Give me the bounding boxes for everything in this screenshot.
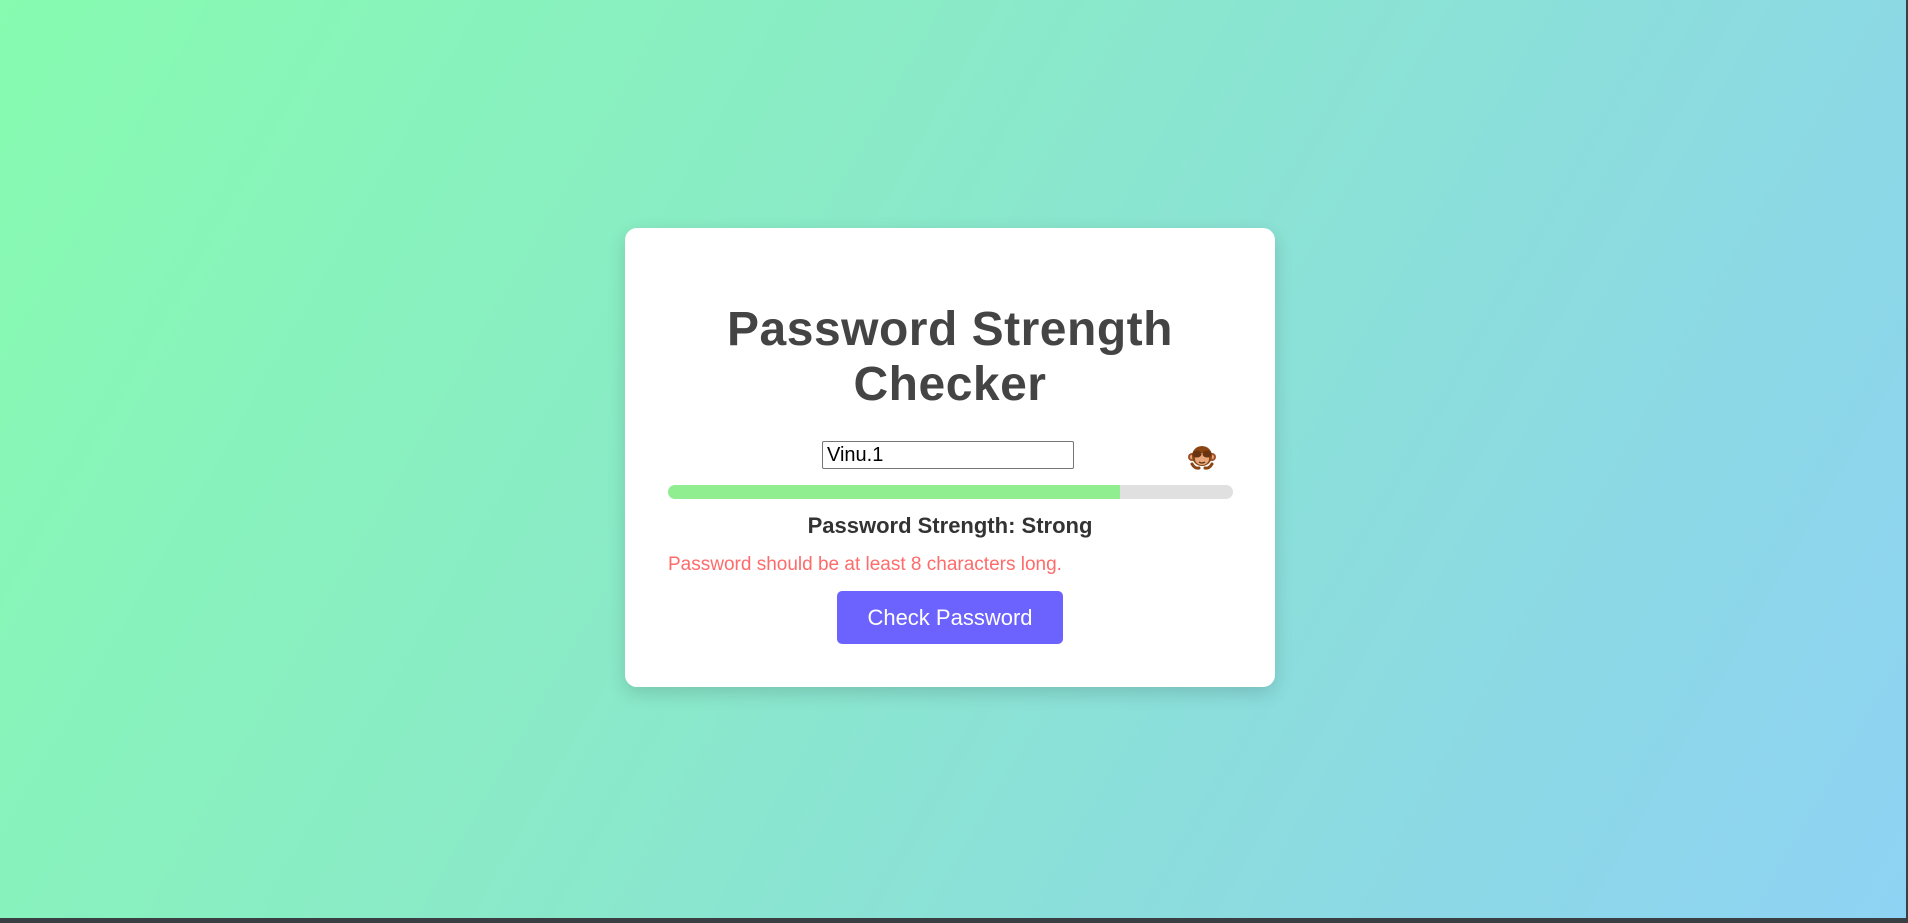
strength-value: Strong [1021, 513, 1093, 538]
window-border-bottom [0, 918, 1908, 923]
page-title: Password Strength Checker [727, 303, 1173, 411]
checker-card: Password Strength Checker Vinu.1 Passwor… [625, 228, 1275, 687]
check-password-button[interactable]: Check Password [837, 591, 1063, 644]
strength-indicator: Password Strength: Strong [625, 513, 1275, 539]
page-background: Password Strength Checker Vinu.1 Passwor… [0, 0, 1908, 923]
strength-progress-fill [668, 485, 1120, 499]
strength-label: Password Strength: [807, 513, 1022, 538]
password-input[interactable] [822, 441, 1074, 469]
strength-progress-bar [668, 485, 1233, 499]
feedback-message: Password should be at least 8 characters… [668, 554, 1062, 575]
see-no-evil-monkey-icon[interactable] [1187, 442, 1217, 472]
